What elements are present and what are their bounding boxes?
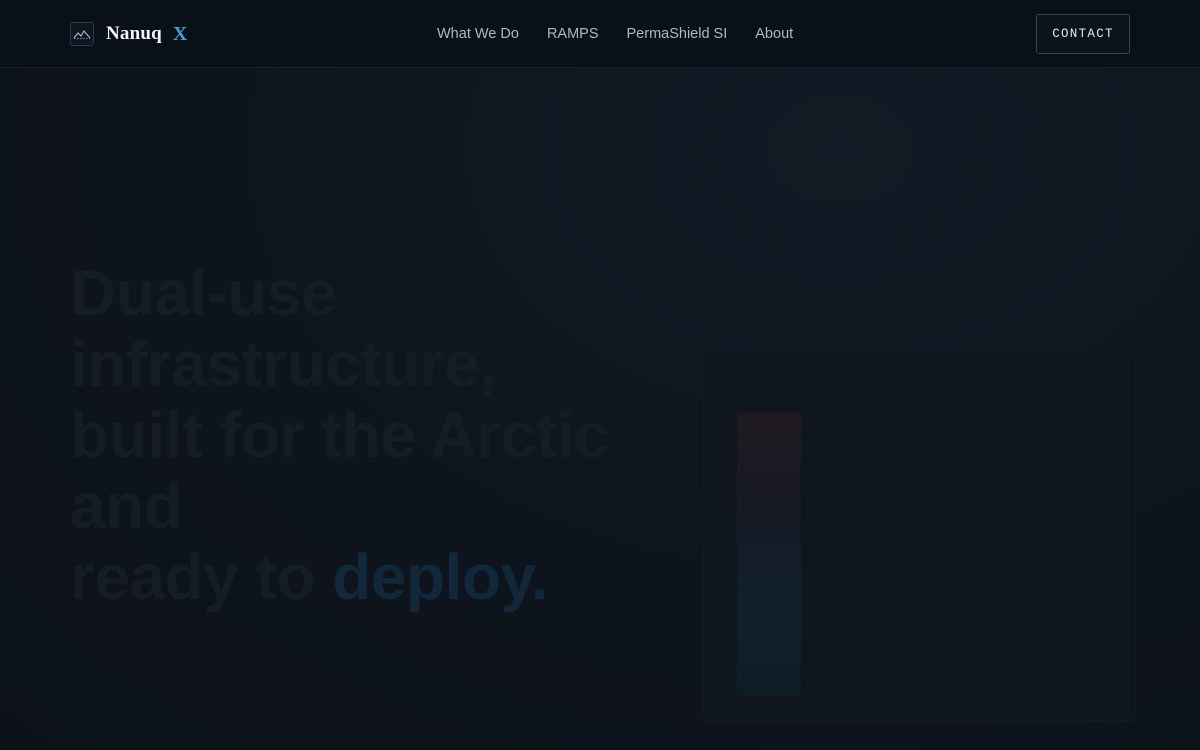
nav-link-about[interactable]: About xyxy=(755,25,793,43)
hero-title-prefix: ready to xyxy=(70,541,333,613)
hero-title-line-5: ready to deploy. xyxy=(70,542,670,613)
hero-title-line-1: Dual-use xyxy=(70,257,337,329)
visual-decor-line xyxy=(964,565,1054,566)
hero-title-line-4: and xyxy=(70,470,183,542)
site-header: Nanuq X What We Do RAMPS PermaShield SI … xyxy=(0,0,1200,68)
main-nav: What We Do RAMPS PermaShield SI About xyxy=(437,25,793,43)
nav-link-ramps[interactable]: RAMPS xyxy=(547,25,599,43)
hero-title-line-3: built for the Arctic xyxy=(70,399,609,471)
hero-title: Dual-use infrastructure, built for the A… xyxy=(70,258,670,613)
page: Nanuq X What We Do RAMPS PermaShield SI … xyxy=(0,0,1200,750)
visual-decor-line xyxy=(844,427,884,428)
visual-decor-line xyxy=(824,651,1004,652)
mountain-chart-icon xyxy=(70,22,94,46)
hero-title-accent: deploy. xyxy=(332,541,549,613)
visual-column-graphic xyxy=(737,413,801,695)
nav-link-permashield-si[interactable]: PermaShield SI xyxy=(627,25,728,43)
brand-logo[interactable]: Nanuq X xyxy=(70,20,187,48)
brand-name: Nanuq xyxy=(106,23,162,44)
brand-mark-x: X xyxy=(172,22,188,45)
contact-button[interactable]: CONTACT xyxy=(1036,14,1130,54)
nav-link-what-we-do[interactable]: What We Do xyxy=(437,25,519,43)
hero-title-line-2: infrastructure, xyxy=(70,328,497,400)
hero-visual-panel xyxy=(703,350,1136,722)
